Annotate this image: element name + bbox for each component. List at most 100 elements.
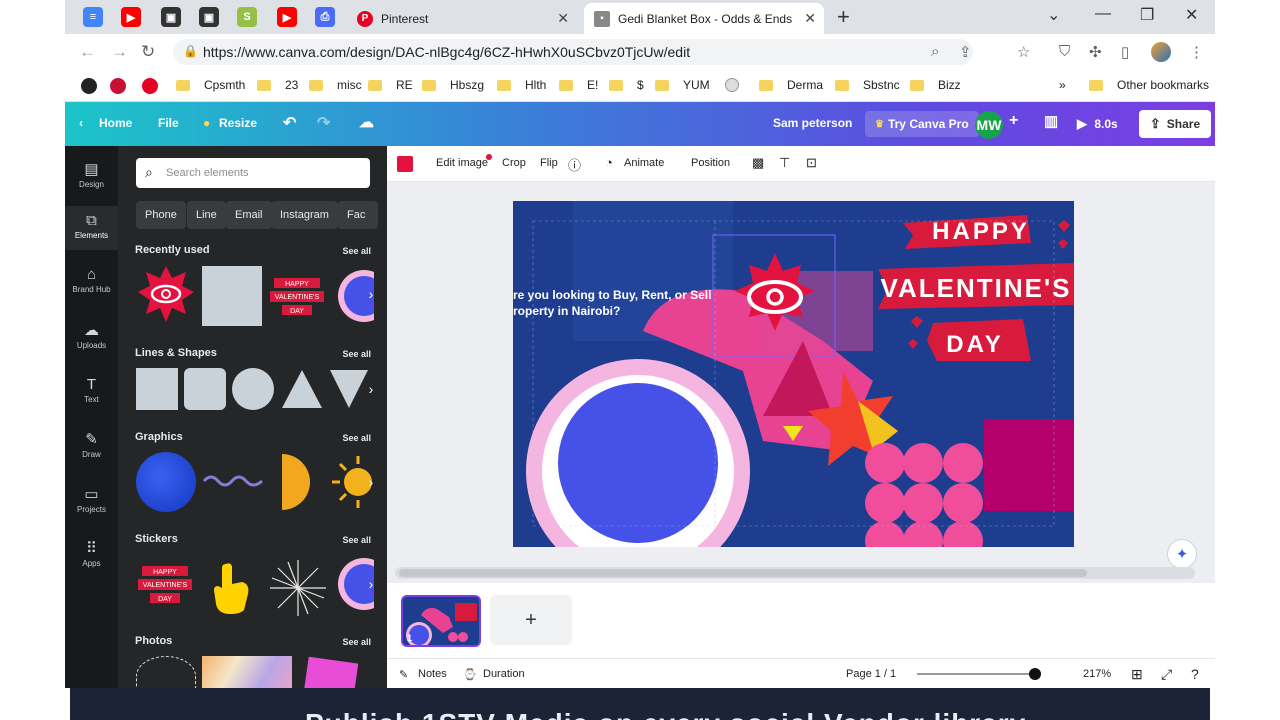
chevron-right-icon[interactable]: › <box>362 369 380 409</box>
bookmark-folder[interactable]: Cpsmth <box>176 78 245 92</box>
bookmark-folder[interactable]: $ <box>609 78 644 92</box>
photo-thumbnail[interactable] <box>136 656 196 688</box>
bookmark-icon[interactable] <box>81 78 97 94</box>
redo-icon[interactable]: ↷ <box>317 113 330 133</box>
add-page-button[interactable]: + <box>490 595 572 645</box>
lock-icon[interactable]: ⊡ <box>806 155 817 171</box>
see-all-link[interactable]: See all <box>342 637 371 647</box>
bookmark-folder[interactable]: Sbstnc <box>835 78 900 92</box>
see-all-link[interactable]: See all <box>342 246 371 256</box>
valentines-heading[interactable]: VALENTINE'S <box>881 273 1072 303</box>
zoom-slider-handle[interactable] <box>1029 668 1041 680</box>
chevron-right-icon[interactable]: › <box>362 564 380 604</box>
search-input[interactable]: ⌕ Search elements <box>136 158 370 188</box>
day-heading[interactable]: DAY <box>946 331 1003 358</box>
bookmark-folder[interactable]: Bizz <box>910 78 961 92</box>
chip-email[interactable]: Email <box>226 201 272 229</box>
home-button[interactable]: Home <box>99 116 132 130</box>
shopify-icon[interactable]: S <box>237 7 257 27</box>
chip-facebook[interactable]: Fac <box>338 201 378 229</box>
fullscreen-icon[interactable]: ⤢ <box>1161 666 1172 683</box>
help-icon[interactable]: ? <box>1191 666 1199 682</box>
bookmark-folder[interactable]: YUM <box>655 78 710 92</box>
tab-gedi-blanket[interactable]: ▪ Gedi Blanket Box - Odds & Ends ✕ <box>584 3 824 34</box>
sidebar-icon[interactable]: ▯ <box>1121 43 1129 61</box>
triangle-shape[interactable] <box>280 368 324 410</box>
scrollbar-thumb[interactable] <box>399 569 1087 577</box>
chip-instagram[interactable]: Instagram <box>271 201 338 229</box>
bookmark-app-icon[interactable]: ▣ <box>199 7 219 27</box>
paint-roller-icon[interactable]: ⊤ <box>779 155 790 171</box>
photo-thumbnail[interactable] <box>202 656 292 688</box>
chip-line[interactable]: Line <box>187 201 226 229</box>
starburst-sticker[interactable] <box>268 558 328 618</box>
transparency-icon[interactable]: ▩ <box>752 155 764 171</box>
rail-item-apps[interactable]: ⠿ Apps <box>65 537 118 581</box>
extensions-icon[interactable]: ✣ <box>1089 43 1102 61</box>
chevron-right-icon[interactable]: › <box>362 462 380 502</box>
position-button[interactable]: Position <box>691 157 730 169</box>
rounded-square-shape[interactable] <box>184 368 226 410</box>
reload-icon[interactable]: ↻ <box>141 42 155 62</box>
pointing-hand-sticker[interactable] <box>206 560 254 616</box>
square-shape[interactable] <box>136 368 178 410</box>
tab-search-icon[interactable]: ⌄ <box>1047 5 1060 25</box>
present-button[interactable]: ▶ 8.0s <box>1077 116 1118 132</box>
eye-burst-thumbnail[interactable] <box>136 264 196 324</box>
star-icon[interactable]: ☆ <box>1017 43 1030 61</box>
bookmark-folder[interactable]: E! <box>559 78 598 92</box>
bookmark-folder[interactable]: Hbszg <box>422 78 484 92</box>
forward-icon[interactable]: → <box>111 42 128 62</box>
rail-item-design[interactable]: ▤ Design <box>65 158 118 202</box>
share-button[interactable]: ⇪ Share <box>1139 110 1211 138</box>
see-all-link[interactable]: See all <box>342 433 371 443</box>
zoom-icon[interactable]: ⌕ <box>931 43 939 60</box>
wave-line-graphic[interactable] <box>202 472 264 490</box>
resize-button[interactable]: Resize <box>219 116 257 130</box>
zoom-slider[interactable] <box>917 673 1035 675</box>
undo-icon[interactable]: ↶ <box>283 113 296 133</box>
valentines-sticker-thumbnail[interactable]: HAPPY VALENTINE'S DAY <box>136 562 194 606</box>
grid-view-icon[interactable]: ⊞ <box>1131 666 1143 683</box>
chevron-right-icon[interactable]: › <box>362 274 380 314</box>
rail-item-text[interactable]: T Text <box>65 374 118 418</box>
notes-button[interactable]: Notes <box>418 668 447 680</box>
youtube-icon[interactable]: ▶ <box>277 7 297 27</box>
bookmark-icon[interactable] <box>725 78 739 92</box>
minimize-button[interactable]: — <box>1095 5 1111 23</box>
animate-button[interactable]: Animate <box>624 157 664 169</box>
tab-pinterest[interactable]: P Pinterest ✕ <box>347 3 577 34</box>
canva-print-icon[interactable]: ⎙ <box>315 7 335 27</box>
design-canvas[interactable]: HAPPY VALENTINE'S DAY re you looking to … <box>513 201 1074 547</box>
see-all-link[interactable]: See all <box>342 535 371 545</box>
bookmark-folder[interactable]: Hlth <box>497 78 546 92</box>
insights-icon[interactable]: ▥ <box>1044 112 1058 130</box>
menu-icon[interactable]: ⋮ <box>1189 43 1204 61</box>
file-menu[interactable]: File <box>158 116 179 130</box>
happy-heading[interactable]: HAPPY <box>932 218 1030 245</box>
url-input[interactable]: 🔒 https://www.canva.com/design/DAC-nlBgc… <box>173 39 973 65</box>
page-indicator[interactable]: Page 1 / 1 <box>846 668 896 680</box>
back-icon[interactable]: ← <box>79 42 96 62</box>
square-thumbnail[interactable] <box>202 266 262 326</box>
rail-item-brand-hub[interactable]: ⌂ Brand Hub <box>65 264 118 308</box>
rail-item-elements[interactable]: ⧉ Elements <box>65 206 118 250</box>
edit-image-button[interactable]: Edit image <box>436 157 488 169</box>
color-swatch[interactable] <box>397 156 413 172</box>
half-circle-graphic[interactable] <box>278 452 312 512</box>
share-page-icon[interactable]: ⇪ <box>959 43 972 61</box>
chevron-left-icon[interactable]: ‹ <box>79 116 83 130</box>
more-bookmarks-icon[interactable]: » <box>1059 78 1066 92</box>
photo-thumbnail[interactable] <box>303 656 359 688</box>
horizontal-scrollbar[interactable] <box>395 567 1195 579</box>
pinterest-bookmark-icon[interactable] <box>110 78 126 94</box>
zoom-level[interactable]: 217% <box>1083 668 1111 680</box>
bookmark-folder[interactable]: RE <box>368 78 413 92</box>
shield-icon[interactable]: ⛉ <box>1059 43 1070 60</box>
rail-item-projects[interactable]: ▭ Projects <box>65 483 118 527</box>
chip-phone[interactable]: Phone <box>136 201 186 229</box>
bookmark-app-icon[interactable]: ▣ <box>161 7 181 27</box>
youtube-icon[interactable]: ▶ <box>121 7 141 27</box>
duration-button[interactable]: Duration <box>483 668 525 680</box>
rail-item-draw[interactable]: ✎ Draw <box>65 428 118 472</box>
